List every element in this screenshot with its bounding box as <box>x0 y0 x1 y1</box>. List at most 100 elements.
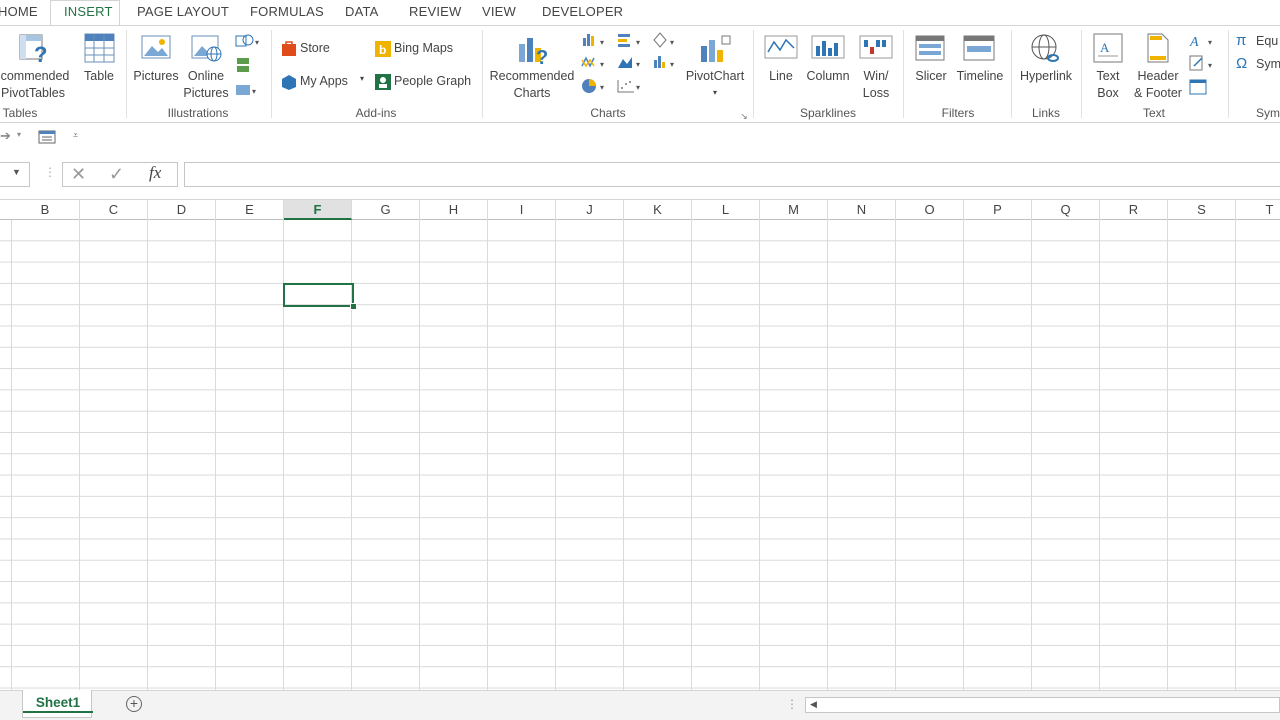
my-apps-dropdown-icon[interactable]: ▾ <box>360 74 364 83</box>
column-header-m[interactable]: M <box>760 200 828 220</box>
dialog-launcher-icon[interactable]: ↘ <box>740 108 748 125</box>
timeline-label[interactable]: Timeline <box>957 68 1004 85</box>
header-footer-icon[interactable] <box>1144 32 1172 64</box>
tab-split-grip-icon[interactable]: ⋮ <box>786 697 798 711</box>
column-header-p[interactable]: P <box>964 200 1032 220</box>
recommended-charts-label-1[interactable]: Recommended <box>490 68 575 85</box>
column-sparkline-label[interactable]: Column <box>806 68 849 85</box>
pivotchart-label[interactable]: PivotChart <box>686 68 744 85</box>
bing-maps-label[interactable]: Bing Maps <box>394 41 453 55</box>
column-header-g[interactable]: G <box>352 200 420 220</box>
tab-review[interactable]: REVIEW <box>409 4 461 19</box>
hyperlink-label[interactable]: Hyperlink <box>1020 68 1072 85</box>
table-icon[interactable] <box>84 32 116 64</box>
pivotchart-dropdown-icon[interactable]: ▾ <box>713 84 717 101</box>
enter-icon[interactable]: ✓ <box>109 164 124 185</box>
tab-home[interactable]: HOME <box>0 4 38 19</box>
name-box-dropdown-icon[interactable]: ▼ <box>12 167 21 177</box>
customize-qat-icon[interactable]: ⩡ <box>73 130 78 141</box>
tab-insert[interactable]: INSERT <box>64 4 113 19</box>
timeline-icon[interactable] <box>962 32 996 62</box>
online-pictures-icon[interactable] <box>190 32 224 64</box>
my-apps-label[interactable]: My Apps <box>300 74 348 88</box>
insert-function-button[interactable]: fx <box>149 163 161 183</box>
screenshot-icon[interactable]: ▾ <box>234 81 262 99</box>
tab-formulas[interactable]: FORMULAS <box>250 4 324 19</box>
column-header-c[interactable]: C <box>80 200 148 220</box>
pivotchart-icon[interactable] <box>698 32 732 66</box>
redo-icon[interactable]: ➔ <box>0 128 11 144</box>
slicer-label[interactable]: Slicer <box>915 68 946 85</box>
smartart-icon[interactable] <box>234 56 254 74</box>
textbox-icon[interactable]: A <box>1092 32 1124 64</box>
chart-type-gallery[interactable]: ▾ ▾ ▾ ▾ ▾ ▾ ▾ ▾ <box>580 30 680 102</box>
textbox-label-2[interactable]: Box <box>1097 85 1119 102</box>
recommended-charts-icon[interactable]: ? <box>516 32 550 66</box>
online-pictures-label-2[interactable]: Pictures <box>183 85 228 102</box>
column-header-s[interactable]: S <box>1168 200 1236 220</box>
header-footer-label-2[interactable]: & Footer <box>1134 85 1182 102</box>
column-header-l[interactable]: L <box>692 200 760 220</box>
recommended-pivottables-label-2[interactable]: PivotTables <box>1 85 65 102</box>
pictures-icon[interactable] <box>140 32 174 64</box>
online-pictures-label-1[interactable]: Online <box>188 68 224 85</box>
column-header-k[interactable]: K <box>624 200 692 220</box>
recommended-charts-label-2[interactable]: Charts <box>514 85 551 102</box>
bing-maps-icon[interactable]: b <box>374 40 392 58</box>
winloss-sparkline-icon[interactable] <box>859 32 893 62</box>
symbol-icon[interactable]: Ω <box>1236 55 1247 72</box>
equation-icon[interactable]: π <box>1236 32 1246 49</box>
redo-dropdown-icon[interactable]: ▾ <box>17 130 21 139</box>
cancel-icon[interactable]: ✕ <box>71 164 86 185</box>
store-icon[interactable] <box>280 40 298 58</box>
svg-text:?: ? <box>536 47 548 66</box>
my-apps-icon[interactable] <box>280 73 298 91</box>
line-sparkline-label[interactable]: Line <box>769 68 793 85</box>
shapes-icon[interactable]: ▾ <box>234 32 262 50</box>
store-label[interactable]: Store <box>300 41 330 55</box>
table-label[interactable]: Table <box>84 68 114 85</box>
column-header-o[interactable]: O <box>896 200 964 220</box>
column-header-d[interactable]: D <box>148 200 216 220</box>
column-sparkline-icon[interactable] <box>811 32 845 62</box>
symbol-label[interactable]: Sym <box>1256 57 1280 71</box>
active-cell-f4[interactable] <box>283 283 354 307</box>
tab-developer[interactable]: DEVELOPER <box>542 4 623 19</box>
column-header-i[interactable]: I <box>488 200 556 220</box>
text-tools-icons[interactable]: A ▾ ▾ <box>1188 32 1218 98</box>
pictures-label[interactable]: Pictures <box>133 68 178 85</box>
recommended-pivottables-label-1[interactable]: commended <box>1 68 70 85</box>
name-box[interactable]: ▼ <box>0 162 30 187</box>
add-sheet-icon[interactable]: + <box>126 696 142 712</box>
people-graph-icon[interactable] <box>374 73 392 91</box>
header-footer-label-1[interactable]: Header <box>1138 68 1179 85</box>
column-header-b[interactable]: B <box>11 200 80 220</box>
worksheet-grid[interactable] <box>0 220 1280 690</box>
hyperlink-icon[interactable] <box>1030 32 1064 64</box>
column-header-t[interactable]: T <box>1236 200 1280 220</box>
winloss-sparkline-label-1[interactable]: Win/ <box>864 68 889 85</box>
fill-handle[interactable] <box>350 303 357 310</box>
tab-view[interactable]: VIEW <box>482 4 516 19</box>
svg-text:?: ? <box>34 42 47 64</box>
column-header-r[interactable]: R <box>1100 200 1168 220</box>
formula-input[interactable] <box>184 162 1280 187</box>
slicer-icon[interactable] <box>914 32 948 62</box>
column-header-n[interactable]: N <box>828 200 896 220</box>
form-icon[interactable] <box>38 129 56 145</box>
column-header-h[interactable]: H <box>420 200 488 220</box>
tab-data[interactable]: DATA <box>345 4 379 19</box>
column-header-j[interactable]: J <box>556 200 624 220</box>
people-graph-label[interactable]: People Graph <box>394 74 471 88</box>
column-header-e[interactable]: E <box>216 200 284 220</box>
column-header-q[interactable]: Q <box>1032 200 1100 220</box>
textbox-label-1[interactable]: Text <box>1097 68 1120 85</box>
sheet-tab-sheet1[interactable]: Sheet1 <box>22 690 93 718</box>
column-header-f[interactable]: F <box>284 200 352 220</box>
tab-page-layout[interactable]: PAGE LAYOUT <box>137 4 229 19</box>
line-sparkline-icon[interactable] <box>764 32 798 62</box>
winloss-sparkline-label-2[interactable]: Loss <box>863 85 889 102</box>
scroll-left-icon[interactable]: ◀ <box>810 699 817 710</box>
equation-label[interactable]: Equ <box>1256 34 1278 48</box>
horizontal-scrollbar[interactable]: ◀ <box>805 697 1280 713</box>
